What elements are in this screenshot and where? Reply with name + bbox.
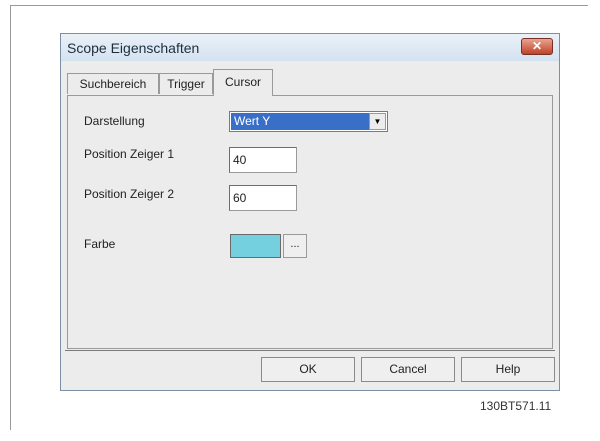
tab-label: Cursor — [224, 75, 261, 89]
tab-suchbereich[interactable]: Suchbereich — [67, 73, 159, 94]
darstellung-select[interactable]: Wert Y ▼ — [229, 111, 388, 132]
tab-panel-cursor — [67, 95, 553, 349]
tab-trigger[interactable]: Trigger — [159, 73, 213, 94]
close-icon: ✕ — [531, 39, 543, 53]
darstellung-label: Darstellung — [84, 114, 145, 128]
color-swatch[interactable] — [230, 234, 281, 258]
chevron-down-icon[interactable]: ▼ — [369, 113, 386, 130]
window-title: Scope Eigenschaften — [67, 40, 200, 56]
figure-frame-left — [10, 5, 11, 430]
ok-button[interactable]: OK — [261, 357, 355, 382]
position-zeiger-2-field[interactable]: 60 — [229, 185, 297, 211]
position-zeiger-1-field[interactable]: 40 — [229, 147, 297, 173]
darstellung-selected-value: Wert Y — [231, 113, 369, 130]
tab-label: Suchbereich — [79, 77, 147, 91]
tab-label: Trigger — [167, 77, 205, 91]
position-zeiger-2-label: Position Zeiger 2 — [84, 187, 175, 201]
cancel-button[interactable]: Cancel — [361, 357, 455, 382]
button-separator — [65, 350, 555, 351]
figure-code: 130BT571.11 — [480, 399, 552, 413]
farbe-label: Farbe — [84, 237, 116, 251]
title-bar: Scope Eigenschaften ✕ — [61, 34, 559, 61]
help-button[interactable]: Help — [461, 357, 555, 382]
scope-properties-dialog: Scope Eigenschaften ✕ Suchbereich Trigge… — [60, 33, 560, 391]
color-picker-button[interactable]: ... — [283, 234, 307, 258]
tab-cursor[interactable]: Cursor — [213, 69, 273, 96]
close-button[interactable]: ✕ — [521, 38, 553, 55]
figure-frame-top — [10, 5, 588, 6]
position-zeiger-1-label: Position Zeiger 1 — [84, 147, 175, 161]
